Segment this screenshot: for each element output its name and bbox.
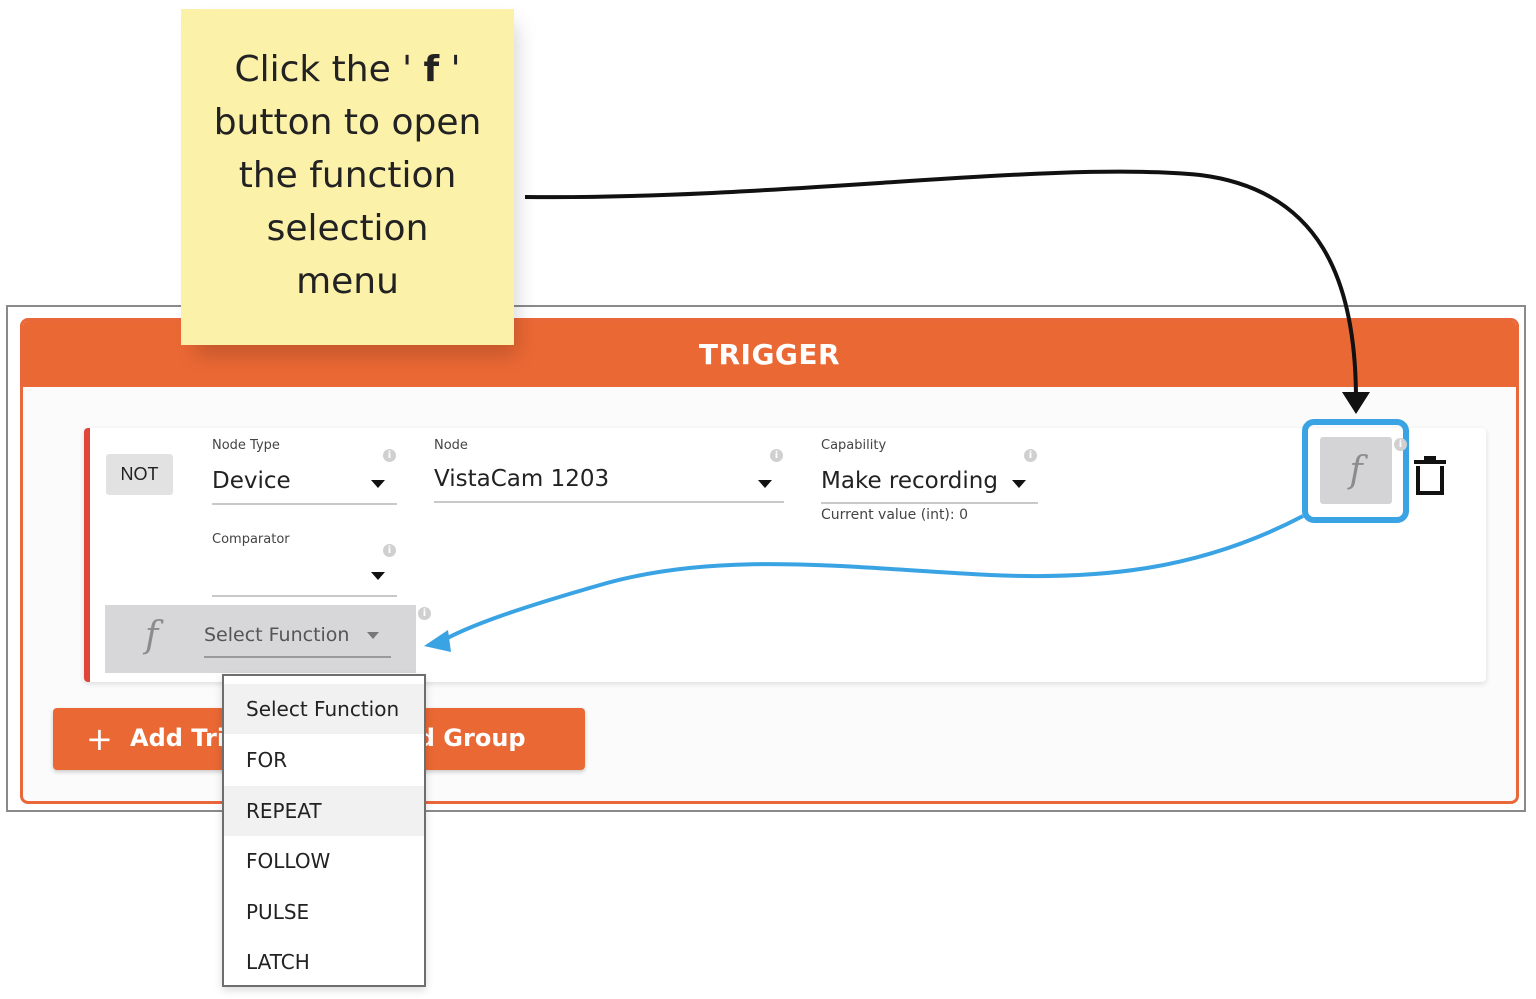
annotation-arrows (424, 169, 1370, 652)
blue-annotation-arrow (439, 514, 1304, 644)
black-annotation-arrow (524, 169, 1358, 401)
black-arrowhead (1342, 392, 1370, 414)
blue-arrowhead (424, 630, 451, 652)
